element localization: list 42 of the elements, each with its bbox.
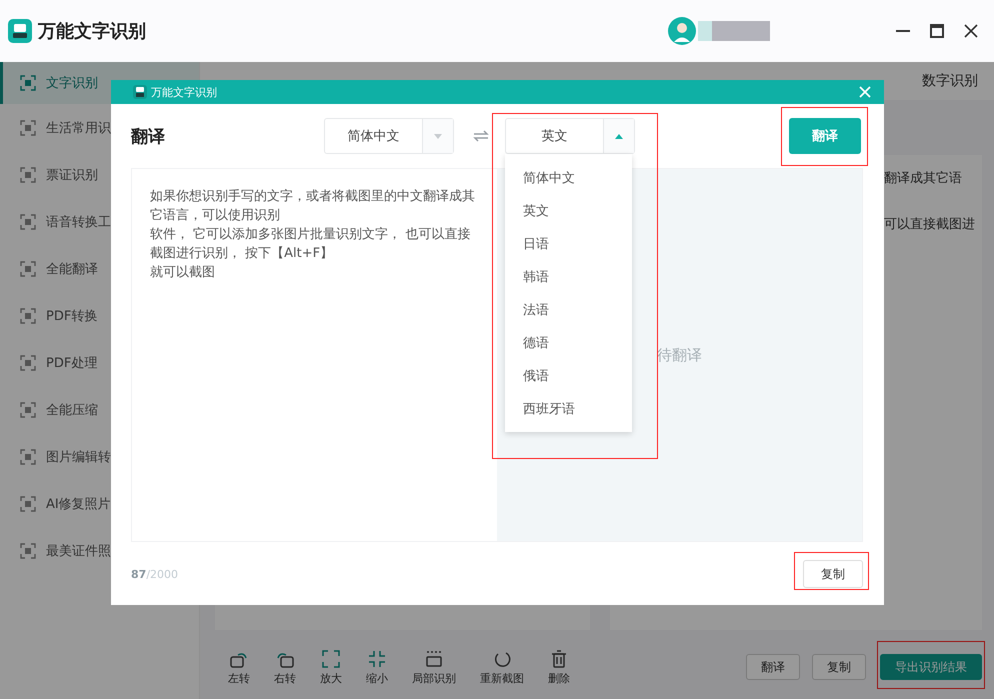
copy-button[interactable]: 复制 (803, 560, 863, 588)
action-button[interactable]: 翻译 (746, 654, 800, 680)
scan-icon (20, 402, 36, 418)
trash-icon[interactable] (549, 648, 569, 668)
app-logo-icon (8, 19, 32, 43)
language-select[interactable]: 英文 (505, 118, 635, 154)
shrink-icon[interactable] (367, 648, 387, 668)
action-button[interactable]: 复制 (812, 654, 866, 680)
avatar-icon (668, 17, 696, 45)
scan-icon (20, 75, 36, 91)
swap-icon[interactable] (473, 130, 489, 142)
dialog-heading: 翻译 (131, 126, 166, 148)
result-text: 可以直接截图进 (884, 216, 976, 234)
tool-label[interactable]: 放大 (320, 670, 342, 686)
language-select[interactable]: 简体中文 (324, 118, 454, 154)
redaction-mark (698, 21, 770, 41)
tool-label[interactable]: 删除 (548, 670, 570, 686)
app-title: 万能文字识别 (38, 20, 146, 43)
scan-icon (20, 542, 36, 558)
tool-label[interactable]: 局部识别 (412, 670, 456, 686)
tool-label[interactable]: 缩小 (366, 670, 388, 686)
expand-icon[interactable] (321, 648, 341, 668)
caret-up-icon (615, 134, 623, 138)
result-text: 翻译成其它语 (884, 170, 963, 188)
close-icon[interactable] (964, 24, 978, 38)
scan-icon (20, 354, 36, 370)
scan-icon (20, 166, 36, 182)
tool-label[interactable]: 左转 (228, 670, 250, 686)
scan-icon (20, 120, 36, 136)
crop-icon[interactable] (424, 648, 444, 668)
caret-down-icon (434, 134, 442, 138)
scan-icon (20, 260, 36, 276)
scan-icon (20, 214, 36, 230)
maximize-icon[interactable] (930, 24, 944, 38)
tab[interactable]: 数字识别 (922, 72, 978, 90)
scan-icon (20, 448, 36, 464)
scan-icon (20, 308, 36, 324)
scan-icon (20, 496, 36, 512)
character-count: 87/2000 (131, 568, 178, 580)
app-logo-icon (133, 85, 147, 99)
tool-label[interactable]: 重新截图 (480, 670, 524, 686)
tool-label[interactable]: 右转 (274, 670, 296, 686)
